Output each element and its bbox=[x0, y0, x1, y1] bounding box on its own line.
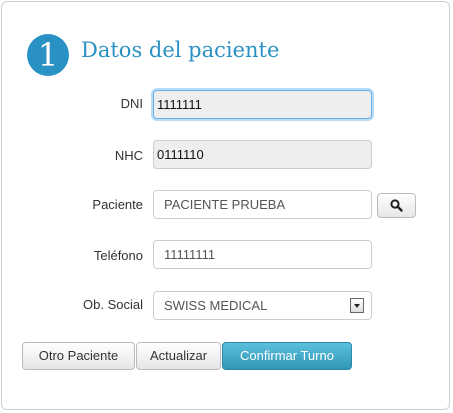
telefono-value: 11111111 bbox=[164, 247, 216, 262]
search-patient-button[interactable] bbox=[377, 193, 416, 218]
paciente-field[interactable]: PACIENTE PRUEBA bbox=[153, 190, 372, 219]
dni-label: DNI bbox=[120, 96, 143, 111]
obra-social-value: SWISS MEDICAL bbox=[164, 298, 268, 313]
search-icon bbox=[390, 199, 403, 212]
obra-social-select[interactable]: SWISS MEDICAL bbox=[153, 291, 372, 320]
chevron-down-icon[interactable] bbox=[350, 298, 364, 313]
otro-paciente-button[interactable]: Otro Paciente bbox=[22, 342, 135, 370]
nhc-value: 0111110 bbox=[157, 147, 204, 162]
telefono-field[interactable]: 11111111 bbox=[153, 240, 372, 269]
paciente-label: Paciente bbox=[92, 197, 143, 212]
nhc-field[interactable]: 0111110 bbox=[153, 140, 372, 169]
dni-value: 1111111 bbox=[157, 97, 202, 112]
nhc-label: NHC bbox=[114, 148, 143, 163]
paciente-value: PACIENTE PRUEBA bbox=[164, 197, 286, 212]
patient-data-panel: 1 Datos del paciente DNI 1111111 NHC 011… bbox=[1, 1, 450, 410]
step-number-badge: 1 bbox=[27, 34, 69, 76]
telefono-label: Teléfono bbox=[93, 248, 143, 263]
dni-field[interactable]: 1111111 bbox=[153, 90, 372, 119]
page-title: Datos del paciente bbox=[81, 38, 280, 62]
confirmar-turno-button[interactable]: Confirmar Turno bbox=[222, 342, 352, 370]
obra-social-label: Ob. Social bbox=[83, 297, 143, 312]
actualizar-button[interactable]: Actualizar bbox=[136, 342, 221, 370]
